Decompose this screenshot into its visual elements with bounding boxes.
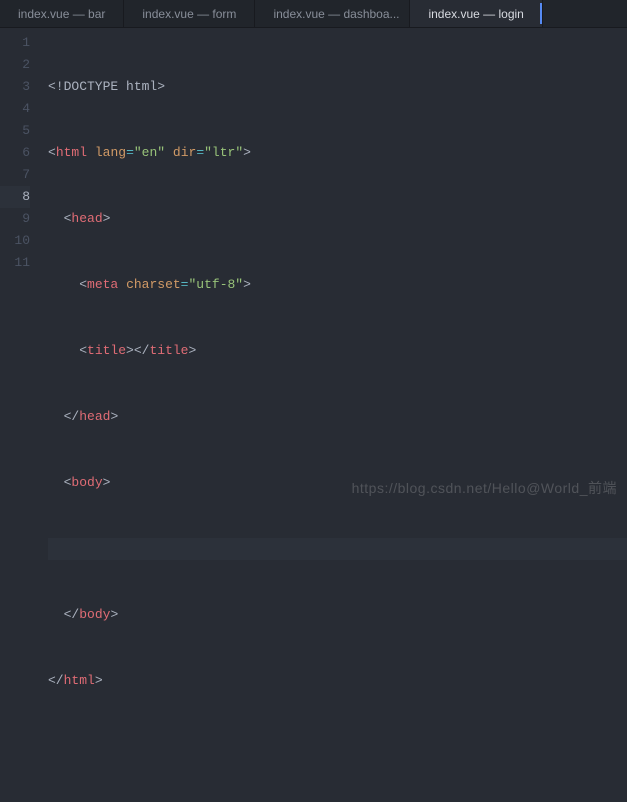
code-line: <head> xyxy=(48,208,627,230)
line-number: 2 xyxy=(0,54,30,76)
tab-bar: index.vue — bar index.vue — form index.v… xyxy=(0,0,627,28)
tab-bar-item[interactable]: index.vue — bar xyxy=(0,0,124,27)
tab-label: index.vue — form xyxy=(142,7,236,21)
code-line: <body> xyxy=(48,472,627,494)
line-number: 6 xyxy=(0,142,30,164)
code-line: <!DOCTYPE html> xyxy=(48,76,627,98)
code-line: <title></title> xyxy=(48,340,627,362)
tab-bar-item[interactable]: index.vue — form xyxy=(124,0,255,27)
line-number: 11 xyxy=(0,252,30,274)
line-number: 9 xyxy=(0,208,30,230)
code-line: </html> xyxy=(48,670,627,692)
code-editor[interactable]: 1 2 3 4 5 6 7 8 9 10 11 <!DOCTYPE html> … xyxy=(0,28,627,516)
tab-bar-item[interactable]: index.vue — dashboa... xyxy=(255,0,410,27)
tab-bar-item[interactable]: index.vue — login xyxy=(410,0,542,27)
line-number: 7 xyxy=(0,164,30,186)
line-number: 10 xyxy=(0,230,30,252)
line-number: 1 xyxy=(0,32,30,54)
code-line: </head> xyxy=(48,406,627,428)
line-number: 4 xyxy=(0,98,30,120)
code-line xyxy=(48,736,627,758)
tab-label: index.vue — login xyxy=(428,7,523,21)
line-number: 3 xyxy=(0,76,30,98)
code-line: </body> xyxy=(48,604,627,626)
line-number: 8 xyxy=(0,186,30,208)
tab-label: index.vue — dashboa... xyxy=(273,7,399,21)
code-line: <meta charset="utf-8"> xyxy=(48,274,627,296)
line-number: 5 xyxy=(0,120,30,142)
code-area[interactable]: <!DOCTYPE html> <html lang="en" dir="ltr… xyxy=(40,28,627,516)
tab-label: index.vue — bar xyxy=(18,7,105,21)
code-line xyxy=(48,538,627,560)
line-number-gutter: 1 2 3 4 5 6 7 8 9 10 11 xyxy=(0,28,40,516)
code-line: <html lang="en" dir="ltr"> xyxy=(48,142,627,164)
